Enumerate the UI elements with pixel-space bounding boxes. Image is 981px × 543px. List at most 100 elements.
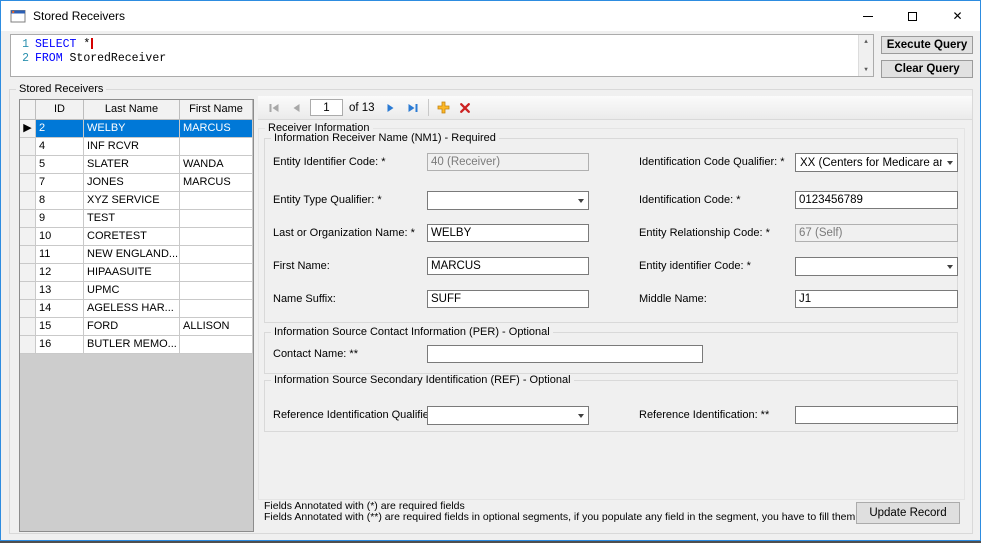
receivers-grid[interactable]: ID Last Name First Name ▶ 2 WELBY MARCUS 4 IN… (19, 99, 254, 532)
move-last-button[interactable] (403, 98, 424, 118)
grid-row[interactable]: 5 SLATER WANDA (20, 156, 253, 174)
row-selector[interactable] (20, 264, 36, 282)
grid-row[interactable]: 14 AGELESS HAR... (20, 300, 253, 318)
cell-first-name[interactable] (180, 246, 253, 264)
cell-id[interactable]: 10 (36, 228, 84, 246)
first-name-input[interactable] (427, 257, 589, 275)
cell-first-name[interactable] (180, 228, 253, 246)
cell-id[interactable]: 4 (36, 138, 84, 156)
grid-row[interactable]: 7 JONES MARCUS (20, 174, 253, 192)
row-selector[interactable] (20, 210, 36, 228)
grid-row[interactable]: 8 XYZ SERVICE (20, 192, 253, 210)
cell-last-name[interactable]: CORETEST (84, 228, 180, 246)
cell-last-name[interactable]: BUTLER MEMO... (84, 336, 180, 354)
reference-identification-qualifier-combo[interactable] (427, 406, 589, 425)
grid-row[interactable]: 13 UPMC (20, 282, 253, 300)
move-next-button[interactable] (381, 98, 402, 118)
cell-last-name[interactable]: HIPAASUITE (84, 264, 180, 282)
grid-corner-header[interactable] (20, 100, 36, 120)
last-or-organization-name-input[interactable] (427, 224, 589, 242)
entity-type-qualifier-combo[interactable] (427, 191, 589, 210)
close-button[interactable]: ✕ (935, 1, 980, 31)
cell-first-name[interactable] (180, 300, 253, 318)
cell-first-name[interactable]: WANDA (180, 156, 253, 174)
cell-first-name[interactable] (180, 336, 253, 354)
grid-row[interactable]: 11 NEW ENGLAND... (20, 246, 253, 264)
grid-row[interactable]: 12 HIPAASUITE (20, 264, 253, 282)
row-selector[interactable] (20, 300, 36, 318)
row-selector[interactable] (20, 192, 36, 210)
row-selector[interactable]: ▶ (20, 120, 36, 138)
cell-first-name[interactable] (180, 210, 253, 228)
cell-first-name[interactable] (180, 192, 253, 210)
cell-first-name[interactable]: MARCUS (180, 174, 253, 192)
cell-first-name[interactable] (180, 264, 253, 282)
cell-id[interactable]: 16 (36, 336, 84, 354)
cell-id[interactable]: 13 (36, 282, 84, 300)
cell-last-name[interactable]: WELBY (84, 120, 180, 138)
row-selector[interactable] (20, 156, 36, 174)
move-previous-button[interactable] (285, 98, 306, 118)
column-header-id[interactable]: ID (36, 100, 84, 120)
cell-first-name[interactable] (180, 282, 253, 300)
cell-first-name[interactable] (180, 138, 253, 156)
cell-first-name[interactable]: ALLISON (180, 318, 253, 336)
cell-id[interactable]: 11 (36, 246, 84, 264)
row-selector[interactable] (20, 336, 36, 354)
middle-name-input[interactable] (795, 290, 958, 308)
title-bar[interactable]: Stored Receivers ✕ (1, 1, 980, 31)
cell-last-name[interactable]: UPMC (84, 282, 180, 300)
query-editor[interactable]: 1 SELECT * 2 FROM StoredReceiver ▲ ▼ (10, 34, 874, 77)
name-suffix-input[interactable] (427, 290, 589, 308)
cell-id[interactable]: 7 (36, 174, 84, 192)
row-selector[interactable] (20, 282, 36, 300)
delete-button[interactable] (455, 98, 476, 118)
cell-last-name[interactable]: FORD (84, 318, 180, 336)
cell-last-name[interactable]: NEW ENGLAND... (84, 246, 180, 264)
cell-last-name[interactable]: JONES (84, 174, 180, 192)
scroll-down-icon[interactable]: ▼ (859, 66, 873, 73)
execute-query-button[interactable]: Execute Query (881, 36, 973, 54)
row-selector[interactable] (20, 246, 36, 264)
cell-id[interactable]: 5 (36, 156, 84, 174)
reference-identification-qualifier-label: Reference Identification Qualifier: ** (273, 409, 448, 421)
cell-last-name[interactable]: SLATER (84, 156, 180, 174)
cell-id[interactable]: 14 (36, 300, 84, 318)
grid-row[interactable]: 16 BUTLER MEMO... (20, 336, 253, 354)
row-selector[interactable] (20, 318, 36, 336)
row-selector[interactable] (20, 138, 36, 156)
column-header-last-name[interactable]: Last Name (84, 100, 180, 120)
query-editor-scrollbar[interactable]: ▲ ▼ (858, 35, 873, 76)
minimize-button[interactable] (845, 1, 890, 31)
identification-code-qualifier-combo[interactable]: XX (Centers for Medicare and Medicaid (795, 153, 958, 172)
reference-identification-input[interactable] (795, 406, 958, 424)
cell-id[interactable]: 12 (36, 264, 84, 282)
grid-row[interactable]: 10 CORETEST (20, 228, 253, 246)
add-new-button[interactable] (433, 98, 454, 118)
clear-query-button[interactable]: Clear Query (881, 60, 973, 78)
grid-row[interactable]: ▶ 2 WELBY MARCUS (20, 120, 253, 138)
cell-first-name[interactable]: MARCUS (180, 120, 253, 138)
cell-last-name[interactable]: AGELESS HAR... (84, 300, 180, 318)
column-header-first-name[interactable]: First Name (180, 100, 253, 120)
cell-last-name[interactable]: XYZ SERVICE (84, 192, 180, 210)
cell-id[interactable]: 8 (36, 192, 84, 210)
cell-last-name[interactable]: TEST (84, 210, 180, 228)
move-first-button[interactable] (263, 98, 284, 118)
cell-id[interactable]: 9 (36, 210, 84, 228)
grid-row[interactable]: 9 TEST (20, 210, 253, 228)
row-selector[interactable] (20, 174, 36, 192)
grid-row[interactable]: 4 INF RCVR (20, 138, 253, 156)
cell-id[interactable]: 15 (36, 318, 84, 336)
position-input[interactable] (310, 99, 343, 116)
scroll-up-icon[interactable]: ▲ (859, 38, 873, 45)
cell-last-name[interactable]: INF RCVR (84, 138, 180, 156)
row-selector[interactable] (20, 228, 36, 246)
maximize-button[interactable] (890, 1, 935, 31)
identification-code-input[interactable] (795, 191, 958, 209)
entity-identifier-code-2-combo[interactable] (795, 257, 958, 276)
contact-name-input[interactable] (427, 345, 703, 363)
grid-row[interactable]: 15 FORD ALLISON (20, 318, 253, 336)
update-record-button[interactable]: Update Record (856, 502, 960, 524)
cell-id[interactable]: 2 (36, 120, 84, 138)
